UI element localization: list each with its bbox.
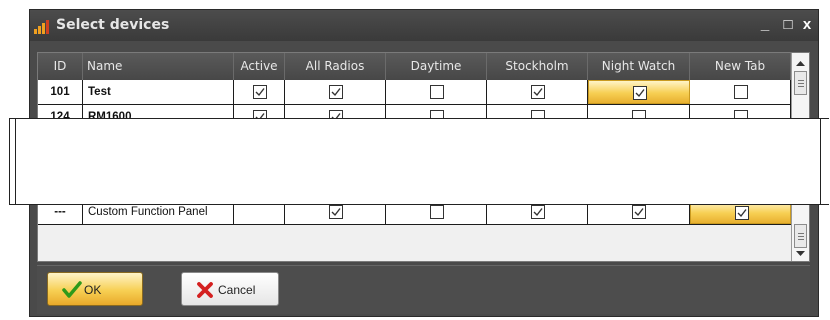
callout-bracket-left xyxy=(9,118,10,205)
minimize-button[interactable]: _ xyxy=(755,14,775,36)
checkbox[interactable] xyxy=(430,85,444,99)
checkbox[interactable] xyxy=(632,205,646,219)
ok-button[interactable]: OK xyxy=(47,272,143,306)
column-header-id[interactable]: ID xyxy=(38,53,83,80)
checkbox[interactable] xyxy=(329,85,343,99)
cell-night-watch[interactable] xyxy=(588,80,690,104)
dialog-footer: OK Cancel xyxy=(37,265,810,314)
x-icon xyxy=(197,282,213,298)
column-header-daytime[interactable]: Daytime xyxy=(386,53,487,80)
checkbox[interactable] xyxy=(633,86,647,100)
column-header-stockholm[interactable]: Stockholm xyxy=(487,53,588,80)
column-header-name[interactable]: Name xyxy=(83,53,234,80)
callout-tick-right-bottom xyxy=(820,204,829,205)
cancel-label: Cancel xyxy=(218,283,256,297)
checkbox[interactable] xyxy=(531,85,545,99)
column-header-new-tab[interactable]: New Tab xyxy=(690,53,791,80)
cell-daytime[interactable] xyxy=(386,80,487,104)
cell-active[interactable] xyxy=(234,80,285,104)
column-header-night-watch[interactable]: Night Watch xyxy=(588,53,690,80)
scroll-up-arrow-icon[interactable] xyxy=(794,57,807,70)
table-row[interactable]: 101 Test xyxy=(38,80,791,105)
maximize-button[interactable]: □ xyxy=(778,14,798,36)
signal-bars-icon xyxy=(34,20,49,34)
checkbox[interactable] xyxy=(734,85,748,99)
cell-stockholm[interactable] xyxy=(487,80,588,104)
column-header-active[interactable]: Active xyxy=(234,53,285,80)
callout-tick-right-top xyxy=(820,118,829,119)
checkmark-icon xyxy=(62,281,82,298)
callout-overlay xyxy=(15,118,821,205)
ok-label: OK xyxy=(84,283,102,297)
scroll-thumb-bottom[interactable] xyxy=(794,224,807,248)
close-button[interactable]: x xyxy=(797,14,817,36)
checkbox[interactable] xyxy=(430,205,444,219)
column-header-all-radios[interactable]: All Radios xyxy=(285,53,386,80)
cell-id: 101 xyxy=(38,80,83,104)
window-title: Select devices xyxy=(56,17,170,33)
cell-all-radios[interactable] xyxy=(285,80,386,104)
scroll-down-arrow-icon[interactable] xyxy=(794,247,807,260)
checkbox[interactable] xyxy=(329,205,343,219)
checkbox[interactable] xyxy=(735,206,749,220)
checkbox[interactable] xyxy=(253,85,267,99)
cell-new-tab[interactable] xyxy=(690,80,791,104)
scroll-thumb-top[interactable] xyxy=(794,71,807,95)
cell-name: Test xyxy=(83,80,234,104)
grid-header: ID Name Active All Radios Daytime Stockh… xyxy=(38,53,791,80)
cancel-button[interactable]: Cancel xyxy=(181,272,279,306)
title-bar[interactable]: Select devices _ □ x xyxy=(30,10,818,41)
checkbox[interactable] xyxy=(531,205,545,219)
